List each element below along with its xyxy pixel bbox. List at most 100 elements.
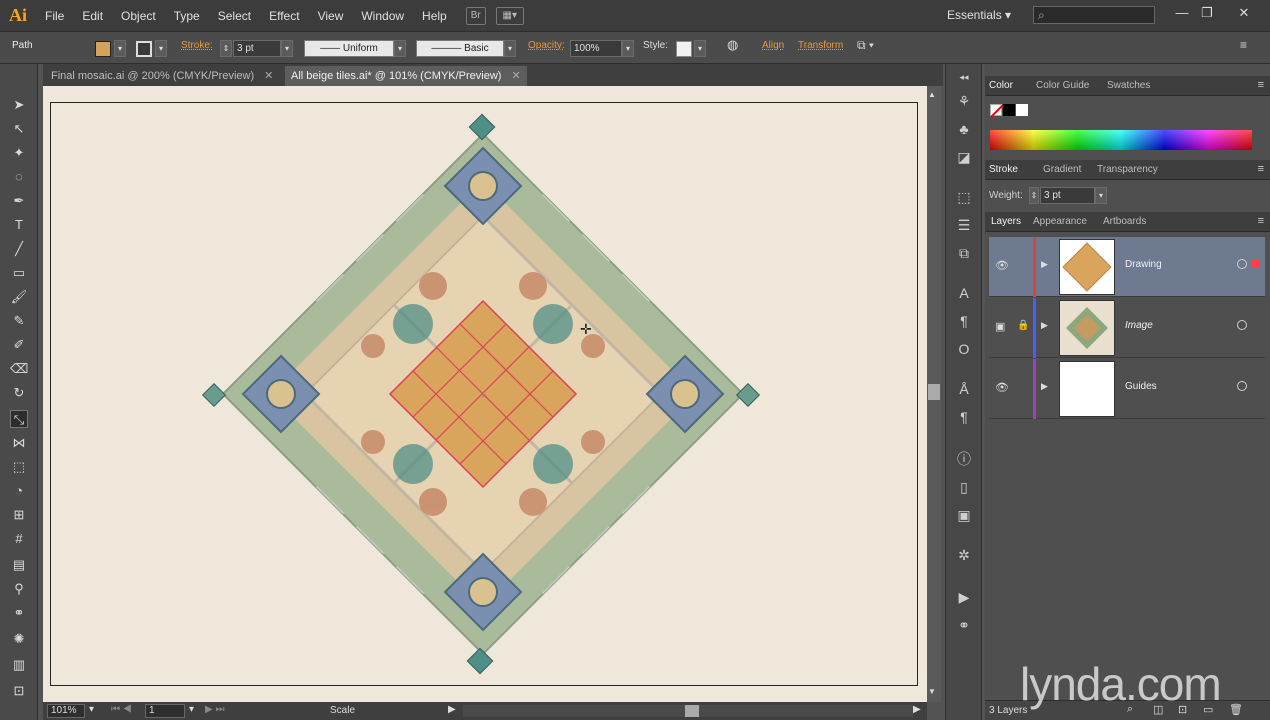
lasso-tool-icon[interactable]: ◌ (10, 168, 28, 186)
layer-name[interactable]: Drawing (1125, 259, 1162, 270)
menu-effect[interactable]: Effect (260, 9, 308, 23)
symbol-sprayer-tool-icon[interactable]: ✺ (10, 630, 28, 648)
stroke-label[interactable]: Stroke: (181, 40, 213, 51)
artboard-tool-icon[interactable]: ⊡ (10, 682, 28, 700)
tab-swatches[interactable]: Swatches (1107, 80, 1150, 91)
rotate-tool-icon[interactable]: ↻ (10, 384, 28, 402)
menu-view[interactable]: View (309, 9, 353, 23)
line-tool-icon[interactable]: ╱ (10, 240, 28, 258)
rectangle-tool-icon[interactable]: ▭ (10, 264, 28, 282)
column-graph-tool-icon[interactable]: ▥ (10, 656, 28, 674)
control-menu-icon[interactable]: ≡ (1240, 38, 1247, 52)
menu-object[interactable]: Object (112, 9, 165, 23)
links-panel-icon[interactable]: ⚭ (955, 616, 973, 634)
layer-name[interactable]: Image (1125, 320, 1153, 331)
stroke-panel-menu-icon[interactable]: ≡ (1258, 163, 1264, 175)
weight-dropdown[interactable]: ▾ (1095, 187, 1107, 204)
weight-field[interactable]: 3 pt (1040, 187, 1095, 204)
bridge-icon[interactable]: Br (465, 6, 486, 25)
artboard-number-field[interactable]: 1 (145, 704, 185, 718)
graphic-style-dropdown[interactable]: ▾ (694, 40, 706, 57)
stroke-swatch[interactable] (136, 41, 152, 57)
artboard-nav-next-icon[interactable]: ▶ ⏭ (205, 704, 224, 715)
transform-panel-icon[interactable]: ⬚ (955, 188, 973, 206)
isolate-icon[interactable]: ⧉ ▾ (857, 38, 874, 53)
zoom-dropdown-icon[interactable]: ▾ (89, 704, 94, 715)
eyedropper-tool-icon[interactable]: ⚲ (10, 580, 28, 598)
navigator-panel-icon[interactable]: ✲ (955, 546, 973, 564)
brush-dropdown[interactable]: ▾ (504, 40, 516, 57)
gradient-tool-icon[interactable]: ▤ (10, 556, 28, 574)
stroke-weight-stepper[interactable]: ⇕ (220, 40, 232, 57)
search-input[interactable]: ⌕ (1033, 6, 1155, 24)
tab-artboards[interactable]: Artboards (1103, 216, 1146, 227)
opentype-panel-icon[interactable]: O (955, 340, 973, 358)
character-styles-panel-icon[interactable]: Å (955, 380, 973, 398)
arrange-documents-icon[interactable]: ▦▾ (495, 6, 524, 25)
color-spectrum[interactable] (990, 130, 1252, 150)
pen-tool-icon[interactable]: ✒ (10, 192, 28, 210)
close-button[interactable]: ✕ (1232, 4, 1256, 22)
minimize-button[interactable]: — (1170, 4, 1194, 22)
symbols-panel-icon[interactable]: ♣ (955, 120, 973, 138)
opacity-field[interactable]: 100% (570, 40, 622, 57)
magic-wand-tool-icon[interactable]: ✦ (10, 144, 28, 162)
horizontal-scrollbar[interactable] (463, 705, 913, 717)
opacity-label[interactable]: Opacity: (528, 40, 565, 51)
align-panel-icon[interactable]: ☰ (955, 216, 973, 234)
pathfinder-panel-icon[interactable]: ⧉ (955, 244, 973, 262)
pencil-tool-icon[interactable]: ✎ (10, 312, 28, 330)
expand-triangle-icon[interactable]: ▶ (1041, 381, 1048, 392)
selection-indicator[interactable] (1251, 259, 1259, 267)
opacity-dropdown[interactable]: ▾ (622, 40, 634, 57)
mesh-tool-icon[interactable]: # (10, 530, 28, 548)
none-swatch-icon[interactable] (990, 104, 1004, 118)
tab-final-mosaic[interactable]: Final mosaic.ai @ 200% (CMYK/Preview) ✕ (45, 66, 279, 86)
tab-stroke[interactable]: Stroke (989, 164, 1018, 175)
hscroll-thumb[interactable] (685, 705, 699, 717)
tab-transparency[interactable]: Transparency (1097, 164, 1158, 175)
expand-triangle-icon[interactable]: ▶ (1041, 320, 1048, 331)
target-circle-icon[interactable] (1237, 259, 1247, 269)
variable-width-profile[interactable]: —— Uniform (304, 40, 394, 57)
stroke-dropdown[interactable]: ▾ (155, 40, 167, 57)
menu-window[interactable]: Window (352, 9, 413, 23)
black-swatch[interactable] (1003, 104, 1015, 116)
eraser-tool-icon[interactable]: ⌫ (10, 360, 28, 378)
scroll-thumb[interactable] (928, 384, 940, 400)
paintbrush-tool-icon[interactable]: 🖌 (10, 288, 28, 306)
status-menu-icon[interactable]: ▶ (448, 704, 456, 715)
menu-type[interactable]: Type (165, 9, 209, 23)
variable-width-dropdown[interactable]: ▾ (394, 40, 406, 57)
tab-layers[interactable]: Layers (991, 216, 1021, 227)
blend-tool-icon[interactable]: ⚭ (10, 604, 28, 622)
color-panel-menu-icon[interactable]: ≡ (1258, 79, 1264, 91)
info-panel-icon[interactable]: ⓘ (955, 450, 973, 468)
brush-definition[interactable]: ——— Basic (416, 40, 504, 57)
layers-panel-menu-icon[interactable]: ≡ (1258, 215, 1264, 227)
fill-swatch[interactable] (95, 41, 111, 57)
perspective-grid-tool-icon[interactable]: ⊞ (10, 506, 28, 524)
canvas[interactable]: + ✛ (43, 86, 927, 702)
shape-builder-tool-icon[interactable]: ◔ (10, 482, 28, 500)
close-tab-icon[interactable]: ✕ (511, 70, 520, 82)
tab-appearance[interactable]: Appearance (1033, 216, 1087, 227)
graphic-styles-panel-icon[interactable]: ◪ (955, 148, 973, 166)
attributes-panel-icon[interactable]: ▣ (955, 506, 973, 524)
layer-row-drawing[interactable]: 👁 ▶ Drawing (989, 237, 1265, 297)
visibility-eye-icon[interactable]: 👁 (995, 381, 1009, 394)
stroke-weight-dropdown[interactable]: ▾ (281, 40, 293, 57)
scroll-right-icon[interactable]: ▶ (913, 704, 921, 715)
tab-color[interactable]: Color (989, 80, 1013, 91)
type-tool-icon[interactable]: T (10, 216, 28, 234)
recolor-artwork-icon[interactable]: ◍ (727, 37, 738, 53)
lock-icon[interactable]: 🔒 (1017, 320, 1029, 331)
visibility-eye-icon[interactable]: 👁 (995, 259, 1009, 272)
fill-dropdown[interactable]: ▾ (114, 40, 126, 57)
align-link[interactable]: Align (762, 40, 784, 51)
transform-link[interactable]: Transform (798, 40, 843, 51)
actions-panel-icon[interactable]: ▶ (955, 588, 973, 606)
layer-name[interactable]: Guides (1125, 381, 1157, 392)
menu-file[interactable]: File (36, 9, 73, 23)
scroll-down-icon[interactable]: ▼ (928, 687, 936, 696)
